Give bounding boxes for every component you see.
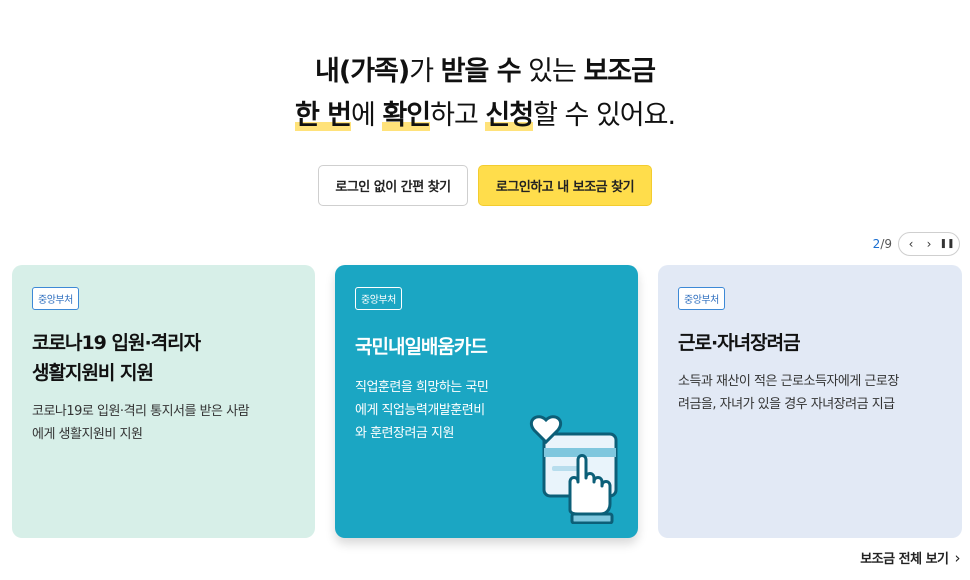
search-button-group: 로그인 없이 간편 찾기 로그인하고 내 보조금 찾기 xyxy=(0,165,970,206)
subsidy-carousel: 중앙부처 코로나19 입원·격리자 생활지원비 지원 코로나19로 입원·격리 … xyxy=(12,265,962,538)
card-title: 코로나19 입원·격리자 생활지원비 지원 xyxy=(32,328,295,388)
card-description: 코로나19로 입원·격리 통지서를 받은 사람 에게 생활지원비 지원 xyxy=(32,400,295,446)
hero-text-segment: 있는 xyxy=(520,56,584,87)
card-title-line: 국민내일배움카드 xyxy=(355,336,488,358)
category-tag: 중앙부처 xyxy=(32,287,79,310)
card-title-line: 생활지원비 지원 xyxy=(32,362,154,384)
category-tag: 중앙부처 xyxy=(355,287,402,310)
pager-controls: ‹ › ❚❚ xyxy=(898,232,960,256)
subsidy-card[interactable]: 중앙부처 근로·자녀장려금 소득과 재산이 적은 근로소득자에게 근로장 려금을… xyxy=(658,265,962,538)
card-desc-line: 에게 생활지원비 지원 xyxy=(32,427,143,442)
view-all-label: 보조금 전체 보기 xyxy=(860,552,949,567)
card-title: 근로·자녀장려금 xyxy=(678,328,942,358)
card-title: 국민내일배움카드 xyxy=(355,332,618,362)
next-icon[interactable]: › xyxy=(923,236,935,252)
card-desc-line: 에게 직업능력개발훈련비 xyxy=(355,403,485,418)
card-desc-line: 소득과 재산이 적은 근로소득자에게 근로장 xyxy=(678,374,899,389)
card-description: 직업훈련을 희망하는 국민 에게 직업능력개발훈련비 와 훈련장려금 지원 xyxy=(355,376,525,445)
hero-text-segment: 보조금 xyxy=(583,56,656,87)
pager-total: 9 xyxy=(884,237,892,251)
card-title-line: 근로·자녀장려금 xyxy=(678,332,801,354)
hero-text-segment: 에 xyxy=(351,100,383,131)
card-heart-hand-icon xyxy=(529,415,618,524)
hero-line-2: 한 번에 확인하고 신청할 수 있어요. xyxy=(0,94,970,138)
hero-text-segment: 받을 수 xyxy=(440,56,522,87)
subsidy-card-active[interactable]: 중앙부처 국민내일배움카드 직업훈련을 희망하는 국민 에게 직업능력개발훈련비… xyxy=(335,265,638,538)
hero-line-1: 내(가족)가 받을 수 있는 보조금 xyxy=(0,50,970,94)
carousel-pager: 2/9 ‹ › ❚❚ xyxy=(873,232,960,256)
card-desc-line: 와 훈련장려금 지원 xyxy=(355,426,454,441)
hero-text-highlight: 한 번 xyxy=(294,100,352,131)
subsidy-card[interactable]: 중앙부처 코로나19 입원·격리자 생활지원비 지원 코로나19로 입원·격리 … xyxy=(12,265,315,538)
simple-search-button[interactable]: 로그인 없이 간편 찾기 xyxy=(318,165,468,206)
chevron-right-icon: › xyxy=(954,548,961,567)
card-desc-line: 코로나19로 입원·격리 통지서를 받은 사람 xyxy=(32,404,250,419)
card-desc-line: 려금을, 자녀가 있을 경우 자녀장려금 지급 xyxy=(678,397,895,412)
login-search-button[interactable]: 로그인하고 내 보조금 찾기 xyxy=(478,165,652,206)
pause-icon[interactable]: ❚❚ xyxy=(939,236,954,252)
card-description: 소득과 재산이 적은 근로소득자에게 근로장 려금을, 자녀가 있을 경우 자녀… xyxy=(678,370,942,416)
card-desc-line: 직업훈련을 희망하는 국민 xyxy=(355,380,489,395)
pager-count: 2/9 xyxy=(873,237,892,251)
view-all-subsidies-link[interactable]: 보조금 전체 보기 › xyxy=(860,548,961,568)
hero-text-segment: 하고 xyxy=(430,100,486,131)
prev-icon[interactable]: ‹ xyxy=(905,236,917,252)
category-tag: 중앙부처 xyxy=(678,287,725,310)
hero-text-highlight: 신청 xyxy=(485,100,534,131)
hero-text-segment: 내(가족) xyxy=(315,56,410,87)
hero-text-segment: 가 xyxy=(409,56,441,87)
hero-text-highlight: 확인 xyxy=(382,100,431,131)
hero-heading: 내(가족)가 받을 수 있는 보조금 한 번에 확인하고 신청할 수 있어요. xyxy=(0,50,970,138)
card-title-line: 코로나19 입원·격리자 xyxy=(32,332,201,354)
hero-text-segment: 할 수 있어요. xyxy=(533,100,676,131)
